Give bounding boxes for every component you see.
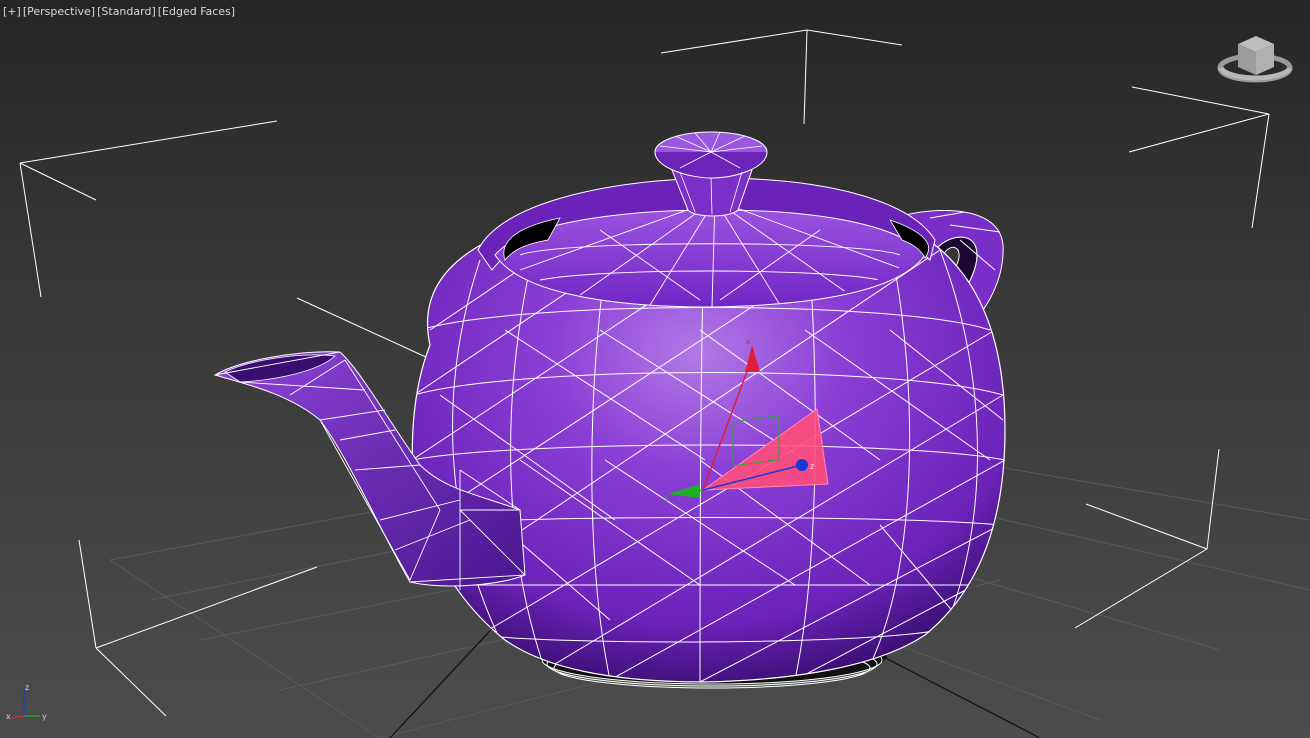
viewport-scene: x z y z x y bbox=[6, 29, 1310, 738]
world-axis-tripod: z x y bbox=[6, 683, 47, 721]
grid-axis-line bbox=[389, 619, 501, 738]
view-cube-icon[interactable] bbox=[1217, 36, 1293, 83]
grid-axis-line bbox=[869, 649, 1041, 738]
gizmo-y-label: y bbox=[664, 493, 669, 502]
tripod-x-label: x bbox=[6, 712, 11, 721]
tripod-y-label: y bbox=[42, 712, 47, 721]
gizmo-z-handle[interactable] bbox=[796, 459, 808, 471]
tripod-z-label: z bbox=[25, 683, 29, 692]
gizmo-x-label: x bbox=[746, 337, 751, 346]
perspective-viewport[interactable]: [+] [Perspective] [Standard] [Edged Faces] bbox=[0, 0, 1310, 738]
gizmo-z-label: z bbox=[810, 462, 814, 471]
